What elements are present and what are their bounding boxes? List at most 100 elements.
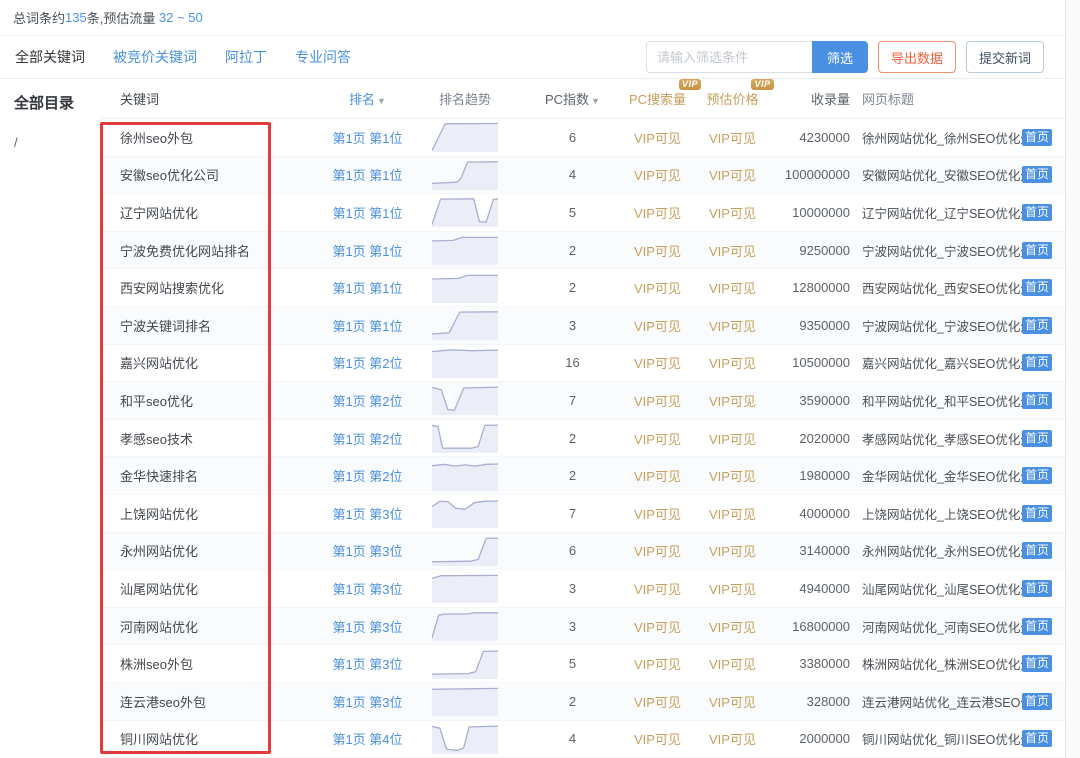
pc-search-vip-value[interactable]: VIP可见 [625,165,690,184]
pc-search-vip-value[interactable]: VIP可见 [625,729,690,748]
export-data-button[interactable]: 导出数据 [878,41,956,73]
pc-search-vip-value[interactable]: VIP可见 [625,429,690,448]
est-price-vip-value[interactable]: VIP可见 [690,541,775,560]
est-price-vip-value[interactable]: VIP可见 [690,316,775,335]
est-price-vip-value[interactable]: VIP可见 [690,165,775,184]
header-pc-index-sort[interactable]: PC指数▼ [520,89,625,108]
est-price-vip-value[interactable]: VIP可见 [690,466,775,485]
home-badge[interactable]: 首页 [1022,693,1052,710]
est-price-vip-value[interactable]: VIP可见 [690,128,775,147]
est-price-vip-value[interactable]: VIP可见 [690,241,775,260]
rank-link[interactable]: 第1页 第3位 [325,654,410,673]
home-badge[interactable]: 首页 [1022,467,1052,484]
rank-link[interactable]: 第1页 第4位 [325,729,410,748]
keyword-cell[interactable]: 西安网站搜索优化 [100,278,325,297]
home-badge[interactable]: 首页 [1022,655,1052,672]
pc-search-vip-value[interactable]: VIP可见 [625,541,690,560]
home-badge[interactable]: 首页 [1022,618,1052,635]
rank-link[interactable]: 第1页 第3位 [325,692,410,711]
header-rank-sort[interactable]: 排名▼ [325,89,410,108]
trend-cell [410,197,520,227]
keyword-cell[interactable]: 孝感seo技术 [100,429,325,448]
keyword-cell[interactable]: 永州网站优化 [100,541,325,560]
pc-search-vip-value[interactable]: VIP可见 [625,579,690,598]
rank-link[interactable]: 第1页 第2位 [325,353,410,372]
home-badge[interactable]: 首页 [1022,354,1052,371]
pc-search-vip-value[interactable]: VIP可见 [625,353,690,372]
home-badge[interactable]: 首页 [1022,279,1052,296]
filter-button[interactable]: 筛选 [812,41,868,73]
keyword-cell[interactable]: 连云港seo外包 [100,692,325,711]
pc-search-vip-value[interactable]: VIP可见 [625,241,690,260]
pc-search-vip-value[interactable]: VIP可见 [625,278,690,297]
pc-search-vip-value[interactable]: VIP可见 [625,391,690,410]
est-price-vip-value[interactable]: VIP可见 [690,391,775,410]
filter-input[interactable] [646,41,812,73]
est-price-vip-value[interactable]: VIP可见 [690,278,775,297]
scrollbar-track[interactable] [1065,0,1080,758]
est-price-vip-value[interactable]: VIP可见 [690,654,775,673]
home-badge[interactable]: 首页 [1022,204,1052,221]
rank-link[interactable]: 第1页 第1位 [325,203,410,222]
home-badge[interactable]: 首页 [1022,430,1052,447]
keyword-cell[interactable]: 铜川网站优化 [100,729,325,748]
pc-search-vip-value[interactable]: VIP可见 [625,504,690,523]
keyword-cell[interactable]: 和平seo优化 [100,391,325,410]
keyword-cell[interactable]: 徐州seo外包 [100,128,325,147]
keyword-cell[interactable]: 嘉兴网站优化 [100,353,325,372]
tab-bid-keywords[interactable]: 被竞价关键词 [113,47,197,67]
rank-link[interactable]: 第1页 第1位 [325,316,410,335]
keyword-cell[interactable]: 安徽seo优化公司 [100,165,325,184]
keyword-cell[interactable]: 金华快速排名 [100,466,325,485]
rank-link[interactable]: 第1页 第3位 [325,617,410,636]
rank-link[interactable]: 第1页 第3位 [325,504,410,523]
est-price-vip-value[interactable]: VIP可见 [690,617,775,636]
submit-new-words-button[interactable]: 提交新词 [966,41,1044,73]
home-badge[interactable]: 首页 [1022,317,1052,334]
est-price-vip-value[interactable]: VIP可见 [690,353,775,372]
est-price-vip-value[interactable]: VIP可见 [690,203,775,222]
tab-professional-qa[interactable]: 专业问答 [295,47,351,67]
summary-middle: 条,预估流量 [87,8,159,27]
est-price-vip-value[interactable]: VIP可见 [690,504,775,523]
rank-link[interactable]: 第1页 第2位 [325,429,410,448]
keyword-cell[interactable]: 汕尾网站优化 [100,579,325,598]
home-badge[interactable]: 首页 [1022,166,1052,183]
directory-item-root[interactable]: / [14,135,100,150]
home-badge[interactable]: 首页 [1022,392,1052,409]
pc-search-vip-value[interactable]: VIP可见 [625,654,690,673]
keyword-cell[interactable]: 辽宁网站优化 [100,203,325,222]
home-badge[interactable]: 首页 [1022,129,1052,146]
pc-search-vip-value[interactable]: VIP可见 [625,466,690,485]
pc-search-vip-value[interactable]: VIP可见 [625,692,690,711]
est-price-vip-value[interactable]: VIP可见 [690,429,775,448]
trend-sparkline [432,536,498,566]
rank-link[interactable]: 第1页 第2位 [325,466,410,485]
keyword-cell[interactable]: 宁波关键词排名 [100,316,325,335]
pc-search-vip-value[interactable]: VIP可见 [625,128,690,147]
rank-link[interactable]: 第1页 第1位 [325,241,410,260]
pc-search-vip-value[interactable]: VIP可见 [625,316,690,335]
rank-link[interactable]: 第1页 第1位 [325,165,410,184]
home-badge[interactable]: 首页 [1022,542,1052,559]
keyword-cell[interactable]: 上饶网站优化 [100,504,325,523]
rank-link[interactable]: 第1页 第3位 [325,579,410,598]
pc-search-vip-value[interactable]: VIP可见 [625,617,690,636]
keyword-cell[interactable]: 河南网站优化 [100,617,325,636]
home-badge[interactable]: 首页 [1022,242,1052,259]
home-badge[interactable]: 首页 [1022,730,1052,747]
rank-link[interactable]: 第1页 第1位 [325,128,410,147]
est-price-vip-value[interactable]: VIP可见 [690,729,775,748]
tab-all-keywords[interactable]: 全部关键词 [15,47,85,67]
tab-aladdin[interactable]: 阿拉丁 [225,47,267,67]
rank-link[interactable]: 第1页 第2位 [325,391,410,410]
est-price-vip-value[interactable]: VIP可见 [690,692,775,711]
rank-link[interactable]: 第1页 第3位 [325,541,410,560]
keyword-cell[interactable]: 宁波免费优化网站排名 [100,241,325,260]
pc-search-vip-value[interactable]: VIP可见 [625,203,690,222]
home-badge[interactable]: 首页 [1022,580,1052,597]
home-badge[interactable]: 首页 [1022,505,1052,522]
est-price-vip-value[interactable]: VIP可见 [690,579,775,598]
rank-link[interactable]: 第1页 第1位 [325,278,410,297]
keyword-cell[interactable]: 株洲seo外包 [100,654,325,673]
